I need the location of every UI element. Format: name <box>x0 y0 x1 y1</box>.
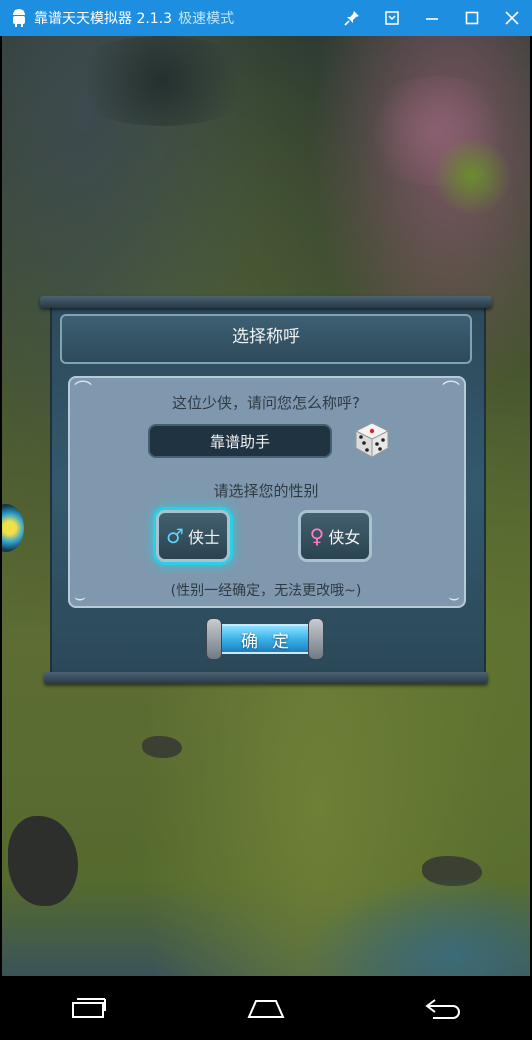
scene-foliage <box>62 36 262 126</box>
window-titlebar: 靠谱天天模拟器 2.1.3 极速模式 <box>0 0 532 36</box>
male-label: 侠士 <box>187 528 220 547</box>
scene-foliage <box>432 136 512 216</box>
collapse-icon[interactable] <box>372 0 412 36</box>
confirm-button[interactable]: 确定 <box>206 618 324 660</box>
name-question: 这位少侠，请问您怎么称呼? <box>172 394 360 412</box>
side-menu-orb[interactable] <box>2 504 24 552</box>
app-title: 靠谱天天模拟器 2.1.3 <box>34 11 173 27</box>
minimize-icon[interactable] <box>412 0 452 36</box>
home-icon[interactable] <box>236 983 296 1033</box>
male-gender-button[interactable]: ♂ 侠士 <box>156 510 230 562</box>
scroll-roller-top <box>40 296 492 308</box>
male-symbol-icon: ♂ <box>166 524 184 548</box>
back-icon[interactable] <box>413 983 473 1033</box>
female-gender-button[interactable]: ♀ 侠女 <box>298 510 372 562</box>
pin-icon[interactable] <box>332 0 372 36</box>
scene-water <box>302 876 530 976</box>
female-symbol-icon: ♀ <box>309 524 325 548</box>
recent-apps-icon[interactable] <box>59 983 119 1033</box>
confirm-label: 确定 <box>241 631 303 652</box>
scroll-roller-bottom <box>44 672 488 684</box>
dialog-title: 选择称呼 <box>232 327 300 347</box>
maximize-icon[interactable] <box>452 0 492 36</box>
mode-link[interactable]: 极速模式 <box>178 8 234 28</box>
female-label: 侠女 <box>328 528 361 547</box>
gender-note: (性别一经确定，无法更改哦~) <box>170 583 362 599</box>
gender-prompt: 请选择您的性别 <box>213 482 319 500</box>
scene-rock <box>8 816 78 906</box>
scene-rock <box>142 736 182 758</box>
close-icon[interactable] <box>492 0 532 36</box>
android-nav-bar <box>0 976 532 1040</box>
android-logo-icon <box>8 7 30 29</box>
name-select-dialog: 选择称呼 ⌒ ⌒ ⌣ ⌣ 这位少侠，请问您怎么称呼? 靠谱助手 请选择您的性别 … <box>40 296 492 686</box>
random-name-dice-icon[interactable] <box>352 420 392 460</box>
name-input[interactable]: 靠谱助手 <box>148 424 332 458</box>
